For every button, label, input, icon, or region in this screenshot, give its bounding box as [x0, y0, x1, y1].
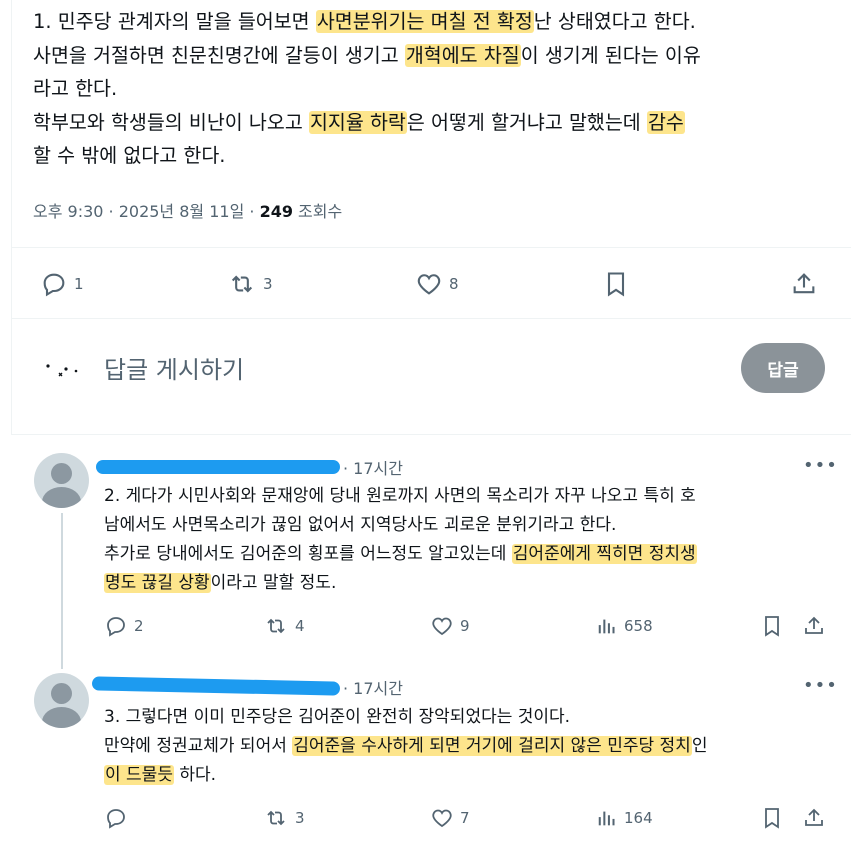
divider: [11, 318, 851, 319]
reply-time[interactable]: · 17시간: [343, 675, 403, 699]
share-action[interactable]: [790, 270, 818, 298]
views-icon: [598, 811, 615, 826]
repost-count: 4: [295, 617, 305, 635]
redacted-username: [91, 676, 341, 696]
view-count: 249: [259, 202, 293, 221]
highlight: 이 드물듯: [104, 765, 174, 785]
post-timestamp[interactable]: 오후 9:30 · 2025년 8월 11일 ·: [33, 202, 260, 221]
view-count: 164: [624, 809, 653, 827]
repost-action[interactable]: 3: [227, 270, 273, 298]
bookmark-icon: [765, 808, 779, 829]
avatar[interactable]: [34, 673, 89, 728]
share-icon: [805, 808, 823, 826]
highlight: 개혁에도 차질: [404, 43, 521, 67]
user-avatar-icon: [46, 364, 78, 377]
like-count: 8: [449, 275, 459, 293]
repost-count: 3: [263, 275, 273, 293]
bookmark-icon: [765, 616, 779, 637]
views-action[interactable]: 658: [596, 614, 653, 638]
highlight: 명도 끊길 상황: [104, 573, 211, 593]
reply-action[interactable]: 1: [40, 270, 84, 298]
highlight: 지지율 하락: [308, 110, 407, 134]
reply-action[interactable]: 2: [104, 614, 144, 638]
reply-count: 1: [74, 275, 84, 293]
view-count: 658: [624, 617, 653, 635]
reply-actions: 2 4 9 658: [104, 612, 824, 642]
more-options-icon[interactable]: •••: [803, 675, 838, 696]
reply-action[interactable]: [104, 806, 128, 830]
repost-icon: [231, 275, 253, 293]
reply-icon: [43, 273, 65, 297]
post-text: 1. 민주당 관계자의 말을 들어보면 사면분위기는 며칠 전 확정난 상태였다…: [33, 10, 701, 167]
reply-input[interactable]: 답글 게시하기: [104, 350, 244, 385]
reply-icon: [107, 617, 125, 637]
like-count: 7: [460, 809, 470, 827]
highlight: 사면분위기는 며칠 전 확정: [315, 10, 534, 33]
reply-text: 2. 게다가 시민사회와 문재앙에 당내 원로까지 사면의 목소리가 자꾸 나오…: [104, 486, 697, 593]
bookmark-icon: [607, 272, 625, 297]
repost-count: 3: [295, 809, 305, 827]
repost-action[interactable]: 3: [263, 806, 305, 830]
post-actions: 1 3 8: [40, 268, 820, 302]
heart-icon: [432, 617, 452, 636]
reply-time[interactable]: · 17시간: [343, 455, 403, 479]
reply-count: 2: [134, 617, 144, 635]
heart-icon: [417, 274, 441, 295]
bookmark-action[interactable]: [760, 806, 784, 830]
reply-submit-button[interactable]: 답글: [741, 343, 825, 393]
reply-composer: 답글 게시하기 답글: [40, 340, 825, 396]
views-action[interactable]: 164: [596, 806, 653, 830]
share-action[interactable]: [802, 614, 826, 638]
divider: [11, 247, 851, 248]
heart-icon: [432, 809, 452, 828]
post-meta: 오후 9:30 · 2025년 8월 11일 · 249 조회수: [33, 202, 343, 221]
repost-action[interactable]: 4: [263, 614, 305, 638]
more-options-icon[interactable]: •••: [803, 455, 838, 476]
like-action[interactable]: 7: [430, 806, 470, 830]
highlight: 김어준에게 찍히면 정치생: [511, 544, 697, 564]
like-count: 9: [460, 617, 470, 635]
highlight: 감수: [646, 110, 685, 134]
highlight: 김어준을 수사하게 되면 거기에 걸리지 않은 민주당 정치: [292, 736, 692, 756]
bookmark-action[interactable]: [602, 270, 630, 298]
reply-icon: [107, 809, 125, 829]
share-action[interactable]: [802, 806, 826, 830]
share-icon: [805, 616, 823, 634]
thread-line: [61, 513, 63, 669]
repost-icon: [267, 618, 285, 634]
left-border: [11, 0, 12, 435]
views-icon: [598, 619, 615, 634]
redacted-username: [96, 460, 340, 474]
divider: [11, 434, 851, 435]
bookmark-action[interactable]: [760, 614, 784, 638]
reply-actions: 3 7 164: [104, 804, 824, 834]
repost-icon: [267, 810, 285, 826]
share-icon: [793, 273, 815, 294]
like-action[interactable]: 8: [415, 270, 459, 298]
reply-text: 3. 그렇다면 이미 민주당은 김어준이 완전히 장악되었다는 것이다. 만약에…: [104, 707, 708, 785]
like-action[interactable]: 9: [430, 614, 470, 638]
avatar[interactable]: [34, 453, 89, 508]
